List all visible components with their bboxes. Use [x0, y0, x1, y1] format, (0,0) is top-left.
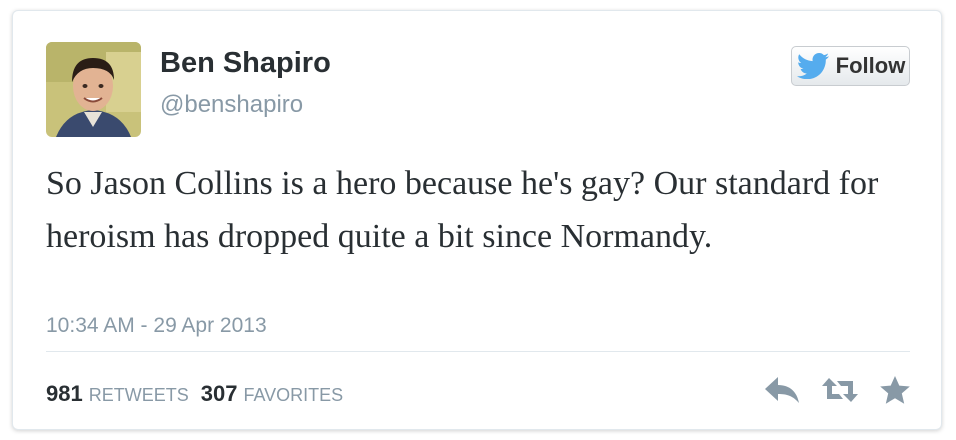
favorites-count[interactable]: 307 — [201, 381, 238, 407]
retweet-icon[interactable] — [821, 375, 859, 405]
divider — [46, 351, 910, 352]
favorite-star-icon[interactable] — [879, 375, 911, 405]
tweet-timestamp[interactable]: 10:34 AM - 29 Apr 2013 — [46, 314, 267, 338]
tweet-text: So Jason Collins is a hero because he's … — [46, 165, 879, 255]
follow-button-label: Follow — [835, 53, 906, 78]
display-name[interactable]: Ben Shapiro — [160, 47, 331, 80]
user-handle[interactable]: @benshapiro — [160, 91, 303, 119]
tweet-card: Ben Shapiro @benshapiro Follow So Jason … — [12, 10, 942, 430]
retweets-count[interactable]: 981 — [46, 381, 83, 407]
reply-icon[interactable] — [763, 375, 801, 405]
favorites-label[interactable]: FAVORITES — [243, 385, 343, 406]
retweets-label[interactable]: RETWEETS — [89, 385, 189, 406]
avatar-photo — [46, 42, 141, 137]
tweet-stats: 981 RETWEETS 307 FAVORITES — [46, 381, 355, 407]
twitter-bird-icon — [796, 53, 829, 79]
tweet-actions — [763, 375, 911, 405]
follow-button[interactable]: Follow — [791, 46, 910, 86]
avatar[interactable] — [46, 42, 141, 137]
